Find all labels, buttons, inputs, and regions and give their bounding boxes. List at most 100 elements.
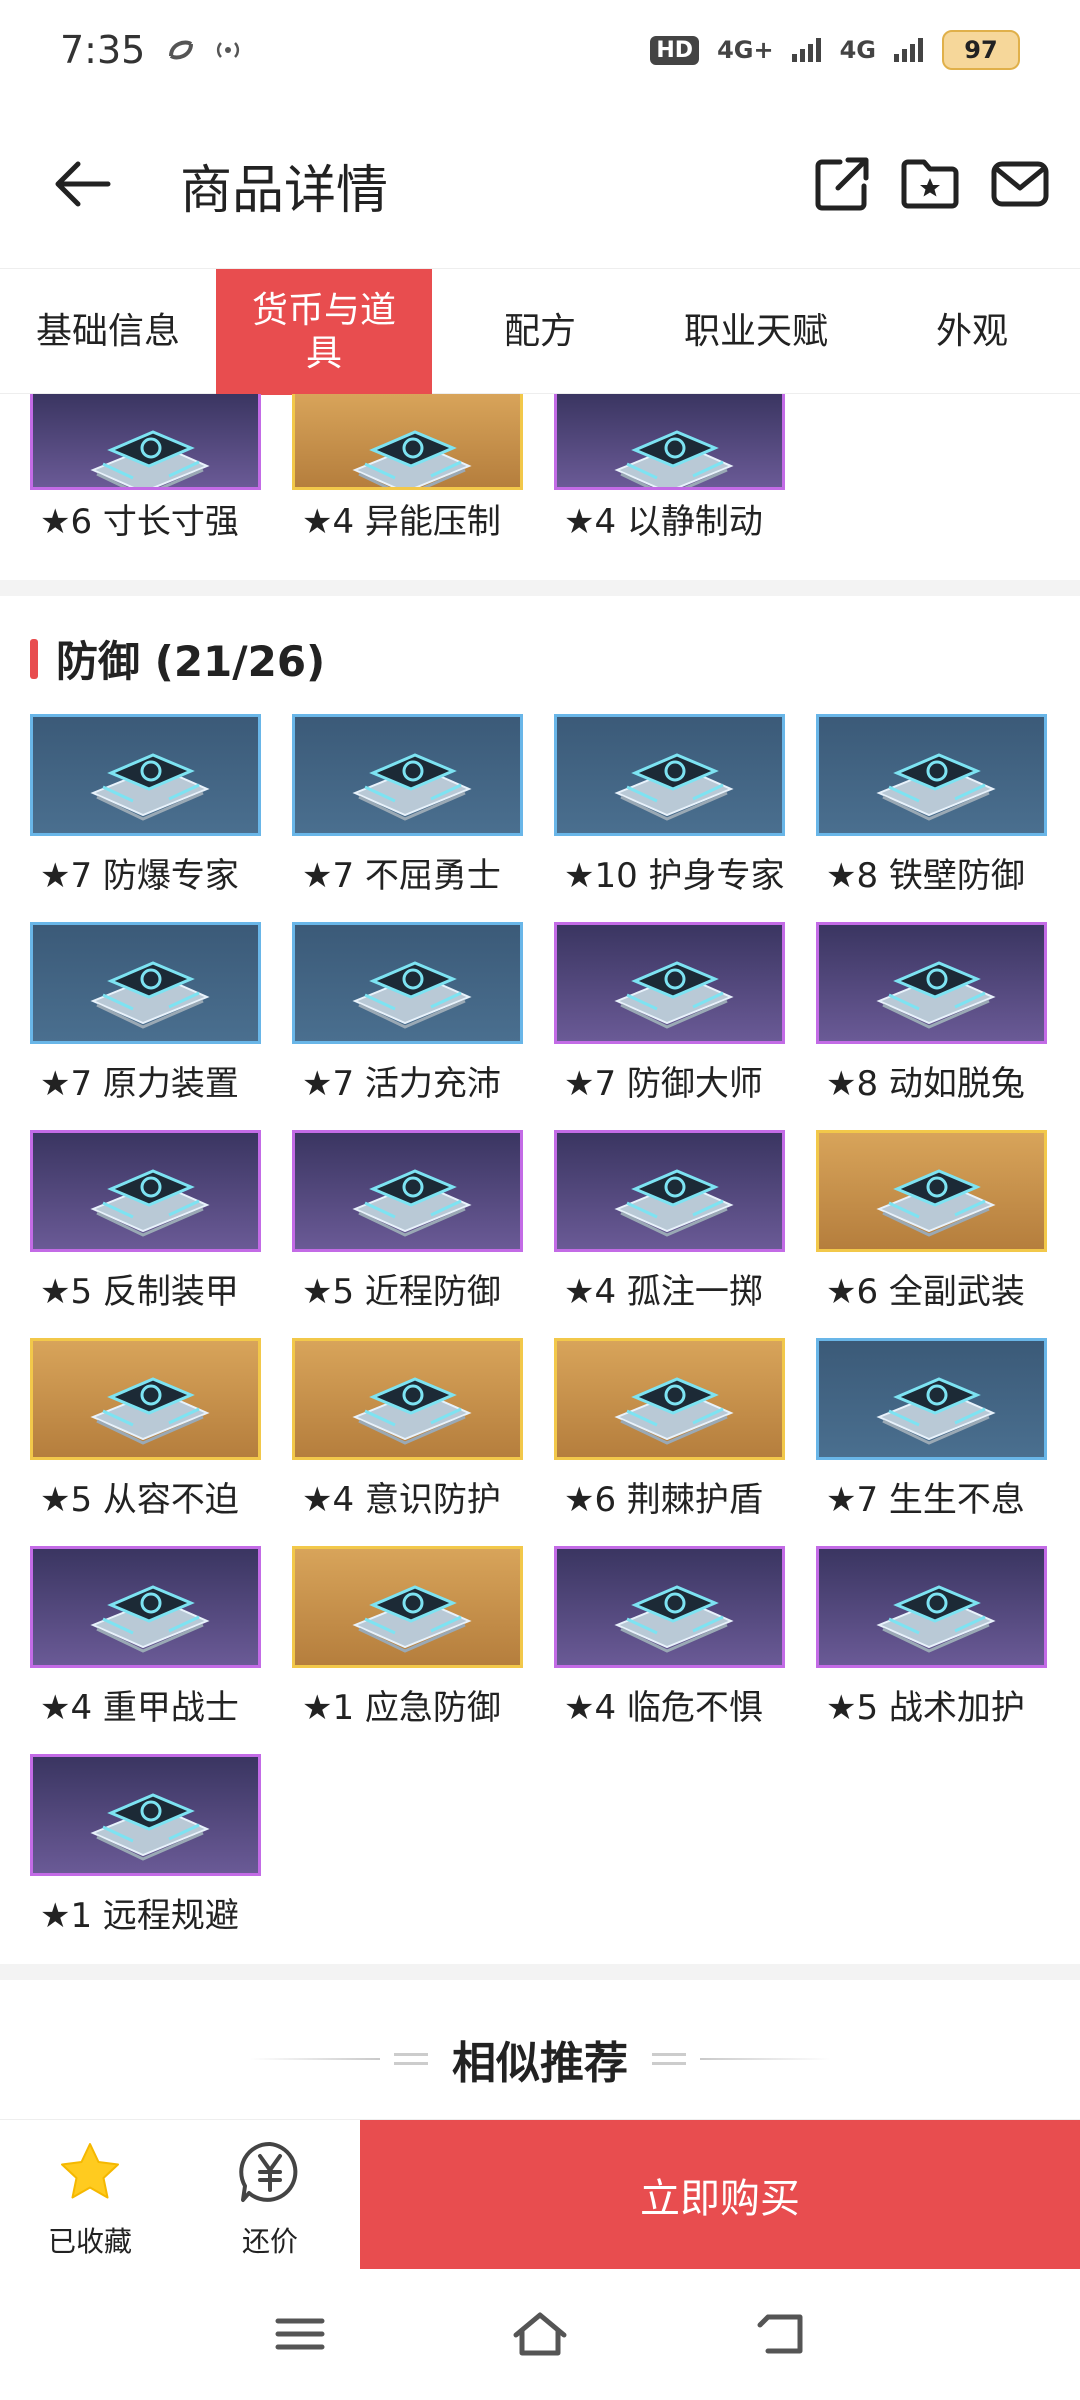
talent-item[interactable]: ★10 护身专家 — [554, 714, 785, 922]
menu-icon[interactable] — [270, 2309, 330, 2359]
talent-thumbnail — [30, 922, 261, 1044]
talent-chip-icon — [614, 1585, 734, 1653]
talent-label: ★7 防爆专家 — [40, 856, 239, 896]
talent-item[interactable]: ★5 战术加护 — [816, 1546, 1047, 1754]
star-filled-icon — [61, 2143, 119, 2199]
talent-label: ★10 护身专家 — [564, 856, 785, 896]
tab-class-talents[interactable]: 职业天赋 — [648, 269, 864, 395]
talent-item[interactable]: ★5 反制装甲 — [30, 1130, 261, 1338]
talent-thumbnail — [554, 714, 785, 836]
divider-deco-right — [652, 2053, 686, 2065]
talent-chip-icon — [614, 1169, 734, 1237]
talent-chip-icon — [352, 1585, 472, 1653]
signal-icon-2 — [894, 38, 923, 62]
similar-recommend-header: 相似推荐 — [0, 2009, 1080, 2109]
talent-item[interactable]: ★1 应急防御 — [292, 1546, 523, 1754]
talent-label: ★8 动如脱兔 — [826, 1064, 1025, 1104]
talent-item[interactable]: ★6 寸长寸强 — [30, 394, 261, 564]
talent-item[interactable]: ★4 意识防护 — [292, 1338, 523, 1546]
talent-item[interactable]: ★7 活力充沛 — [292, 922, 523, 1130]
tab-basic-info[interactable]: 基础信息 — [0, 269, 216, 395]
bargain-label: 还价 — [241, 2225, 298, 2258]
talent-thumbnail — [554, 1130, 785, 1252]
tab-appearance[interactable]: 外观 — [864, 269, 1080, 395]
talent-thumbnail — [554, 922, 785, 1044]
talent-thumbnail — [30, 714, 261, 836]
section-divider-2 — [0, 1964, 1080, 1980]
talent-item[interactable]: ★8 铁壁防御 — [816, 714, 1047, 922]
talent-label: ★4 异能压制 — [302, 502, 501, 542]
talent-label: ★7 活力充沛 — [302, 1064, 501, 1104]
content-scroll[interactable]: ★6 寸长寸强 ★4 异能压制 ★4 以静制动 防御 (21/26) ★7 防爆专家… — [0, 394, 1080, 2119]
talent-item[interactable]: ★4 临危不惧 — [554, 1546, 785, 1754]
talent-item[interactable]: ★7 防爆专家 — [30, 714, 261, 922]
divider-deco-left — [394, 2053, 428, 2065]
favorite-folder-icon[interactable] — [898, 152, 962, 216]
system-nav-bar — [0, 2269, 1080, 2400]
section-divider — [0, 580, 1080, 596]
talent-thumbnail — [30, 394, 261, 490]
tab-recipes[interactable]: 配方 — [432, 269, 648, 395]
talent-label: ★7 防御大师 — [564, 1064, 763, 1104]
talent-item[interactable]: ★7 原力装置 — [30, 922, 261, 1130]
talent-chip-icon — [876, 1169, 996, 1237]
tab-currency-items[interactable]: 货币与道具 — [216, 269, 432, 395]
talent-thumbnail — [30, 1546, 261, 1668]
share-icon[interactable] — [810, 152, 874, 216]
sync-icon — [169, 40, 194, 60]
talent-label: ★4 孤注一掷 — [564, 1272, 763, 1312]
talent-chip-icon — [876, 753, 996, 821]
talent-thumbnail — [292, 922, 523, 1044]
talent-item[interactable]: ★6 荆棘护盾 — [554, 1338, 785, 1546]
home-icon[interactable] — [510, 2309, 570, 2359]
message-icon[interactable] — [988, 152, 1052, 216]
talent-label: ★4 以静制动 — [564, 502, 763, 542]
talent-item[interactable]: ★4 以静制动 — [554, 394, 785, 564]
talent-thumbnail — [292, 1546, 523, 1668]
page-title: 商品详情 — [180, 161, 389, 221]
talent-chip-icon — [876, 961, 996, 1029]
talent-item[interactable]: ★7 不屈勇士 — [292, 714, 523, 922]
talent-item[interactable]: ★8 动如脱兔 — [816, 922, 1047, 1130]
talent-label: ★5 反制装甲 — [40, 1272, 239, 1312]
talent-thumbnail — [816, 1130, 1047, 1252]
bargain-button[interactable]: 还价 — [220, 2138, 320, 2260]
battery-indicator: 97 — [942, 30, 1020, 70]
buy-now-button[interactable]: 立即购买 — [360, 2120, 1080, 2270]
talent-item[interactable]: ★7 生生不息 — [816, 1338, 1047, 1546]
talent-label: ★6 寸长寸强 — [40, 502, 239, 542]
back-arrow-icon[interactable] — [50, 152, 114, 216]
talent-label: ★7 不屈勇士 — [302, 856, 501, 896]
talent-label: ★1 远程规避 — [40, 1896, 239, 1936]
hd-voice-badge: HD — [650, 35, 700, 65]
talent-item[interactable]: ★4 异能压制 — [292, 394, 523, 564]
network-4g-plus: 4G+ — [717, 36, 774, 64]
talent-chip-icon — [90, 1585, 210, 1653]
favorite-button[interactable]: 已收藏 — [40, 2138, 140, 2260]
talent-label: ★5 从容不迫 — [40, 1480, 239, 1520]
talent-item[interactable]: ★7 防御大师 — [554, 922, 785, 1130]
talent-item[interactable]: ★4 重甲战士 — [30, 1546, 261, 1754]
talent-label: ★4 意识防护 — [302, 1480, 501, 1520]
talent-thumbnail — [30, 1130, 261, 1252]
talent-thumbnail — [816, 922, 1047, 1044]
talent-label: ★8 铁壁防御 — [826, 856, 1025, 896]
talent-item[interactable]: ★5 近程防御 — [292, 1130, 523, 1338]
talent-chip-icon — [90, 1793, 210, 1861]
talent-label: ★1 应急防御 — [302, 1688, 501, 1728]
talent-item[interactable]: ★5 从容不迫 — [30, 1338, 261, 1546]
talent-chip-icon — [352, 753, 472, 821]
talent-thumbnail — [554, 394, 785, 490]
back-nav-icon[interactable] — [750, 2309, 810, 2359]
talent-item[interactable]: ★1 远程规避 — [30, 1754, 261, 1962]
talent-item[interactable]: ★4 孤注一掷 — [554, 1130, 785, 1338]
talent-chip-icon — [90, 753, 210, 821]
previous-section-grid: ★6 寸长寸强 ★4 异能压制 ★4 以静制动 — [30, 394, 1047, 564]
talent-thumbnail — [554, 1338, 785, 1460]
talent-thumbnail — [292, 714, 523, 836]
talent-item[interactable]: ★6 全副武装 — [816, 1130, 1047, 1338]
yuan-chat-icon — [239, 2141, 298, 2202]
defense-section-title: 防御 (21/26) — [56, 637, 326, 686]
talent-thumbnail — [30, 1754, 261, 1876]
talent-thumbnail — [554, 1546, 785, 1668]
